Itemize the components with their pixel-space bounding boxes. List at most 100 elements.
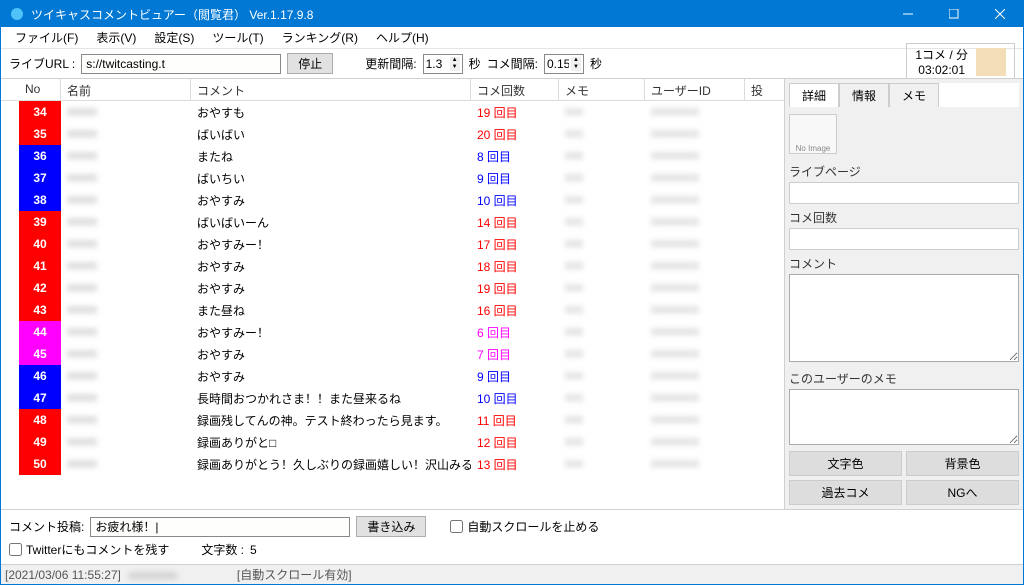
menu-item[interactable]: ランキング(R) <box>274 27 366 48</box>
row-name: xxxxx <box>61 321 191 343</box>
row-memo: xxx <box>559 101 645 123</box>
write-button[interactable]: 書き込み <box>356 516 426 537</box>
status-scroll: [自動スクロール有効] <box>237 566 352 583</box>
row-no: 45 <box>19 343 61 365</box>
status-blur: xxxxxxxx <box>129 568 229 582</box>
table-row[interactable]: 34xxxxxおやすも19 回目xxxxxxxxxxx <box>1 101 784 123</box>
row-comment: おやすみー！ <box>191 233 471 255</box>
row-uid: xxxxxxxx <box>645 387 745 409</box>
row-uid: xxxxxxxx <box>645 211 745 233</box>
url-input[interactable] <box>81 54 281 74</box>
table-row[interactable]: 46xxxxxおやすみ9 回目xxxxxxxxxxx <box>1 365 784 387</box>
col-userid[interactable]: ユーザーID <box>645 79 745 100</box>
row-uid: xxxxxxxx <box>645 123 745 145</box>
maximize-button[interactable] <box>931 1 977 27</box>
table-row[interactable]: 40xxxxxおやすみー！17 回目xxxxxxxxxxx <box>1 233 784 255</box>
table-row[interactable]: 50xxxxx録画ありがとう！久しぶりの録画嬉しい！沢山みるねー😊13 回目xx… <box>1 453 784 475</box>
col-post[interactable]: 投 <box>745 79 763 100</box>
table-row[interactable]: 45xxxxxおやすみ7 回目xxxxxxxxxxx <box>1 343 784 365</box>
charcount-value: 5 <box>250 543 257 557</box>
pastcomment-button[interactable]: 過去コメ <box>789 480 902 505</box>
row-uid: xxxxxxxx <box>645 365 745 387</box>
livepage-input[interactable] <box>789 182 1019 204</box>
row-name: xxxxx <box>61 101 191 123</box>
row-comment: おやすみ <box>191 255 471 277</box>
bgcolor-button[interactable]: 背景色 <box>906 451 1019 476</box>
minimize-button[interactable] <box>885 1 931 27</box>
ng-button[interactable]: NGへ <box>906 480 1019 505</box>
table-body[interactable]: 34xxxxxおやすも19 回目xxxxxxxxxxx35xxxxxばいばい20… <box>1 101 784 509</box>
count-input[interactable] <box>789 228 1019 250</box>
col-name[interactable]: 名前 <box>61 79 191 100</box>
table-row[interactable]: 49xxxxx録画ありがと□12 回目xxxxxxxxxxx <box>1 431 784 453</box>
row-no: 46 <box>19 365 61 387</box>
table-row[interactable]: 41xxxxxおやすみ18 回目xxxxxxxxxxx <box>1 255 784 277</box>
row-uid: xxxxxxxx <box>645 255 745 277</box>
side-comment-textarea[interactable] <box>789 274 1019 362</box>
usernote-label: このユーザーのメモ <box>789 370 1019 387</box>
table-row[interactable]: 35xxxxxばいばい20 回目xxxxxxxxxxx <box>1 123 784 145</box>
usernote-textarea[interactable] <box>789 389 1019 445</box>
table-row[interactable]: 38xxxxxおやすみ10 回目xxxxxxxxxxx <box>1 189 784 211</box>
row-no: 50 <box>19 453 61 475</box>
row-count: 17 回目 <box>471 233 559 255</box>
col-memo[interactable]: メモ <box>559 79 645 100</box>
refresh-spinner[interactable]: ▲▼ <box>423 54 463 74</box>
row-name: xxxxx <box>61 123 191 145</box>
stopscroll-checkbox[interactable]: 自動スクロールを止める <box>450 518 599 535</box>
side-tab[interactable]: メモ <box>889 83 939 107</box>
row-comment: おやすみー！ <box>191 321 471 343</box>
row-uid: xxxxxxxx <box>645 299 745 321</box>
row-no: 39 <box>19 211 61 233</box>
side-tab[interactable]: 詳細 <box>789 83 839 107</box>
menu-item[interactable]: ファイル(F) <box>7 27 86 48</box>
row-uid: xxxxxxxx <box>645 233 745 255</box>
menu-item[interactable]: 設定(S) <box>146 27 202 48</box>
side-panel: 詳細情報メモ No Image ライブページ コメ回数 コメント このユーザーの… <box>785 79 1023 509</box>
row-count: 16 回目 <box>471 299 559 321</box>
toolbar: ライブURL : 停止 更新間隔: ▲▼ 秒 コメ間隔: ▲▼ 秒 1コメ / … <box>1 49 1023 79</box>
textcolor-button[interactable]: 文字色 <box>789 451 902 476</box>
col-comment[interactable]: コメント <box>191 79 471 100</box>
table-row[interactable]: 39xxxxxばいばいーん14 回目xxxxxxxxxxx <box>1 211 784 233</box>
row-count: 13 回目 <box>471 453 559 475</box>
stop-button[interactable]: 停止 <box>287 53 333 74</box>
table-row[interactable]: 44xxxxxおやすみー！6 回目xxxxxxxxxxx <box>1 321 784 343</box>
row-no: 42 <box>19 277 61 299</box>
row-memo: xxx <box>559 189 645 211</box>
row-count: 12 回目 <box>471 431 559 453</box>
row-no: 36 <box>19 145 61 167</box>
row-comment: ばいちい <box>191 167 471 189</box>
twitter-checkbox[interactable]: Twitterにもコメントを残す <box>9 541 169 558</box>
row-name: xxxxx <box>61 189 191 211</box>
table-row[interactable]: 47xxxxx長時間おつかれさま！！また昼来るね10 回目xxxxxxxxxxx <box>1 387 784 409</box>
row-comment: ばいばい <box>191 123 471 145</box>
post-input[interactable] <box>90 517 350 537</box>
row-count: 8 回目 <box>471 145 559 167</box>
row-memo: xxx <box>559 453 645 475</box>
row-uid: xxxxxxxx <box>645 101 745 123</box>
table-row[interactable]: 36xxxxxまたね8 回目xxxxxxxxxxx <box>1 145 784 167</box>
comment-interval-label: コメ間隔: <box>487 55 538 72</box>
row-name: xxxxx <box>61 431 191 453</box>
post-label: コメント投稿: <box>9 518 84 535</box>
table-row[interactable]: 42xxxxxおやすみ19 回目xxxxxxxxxxx <box>1 277 784 299</box>
side-tab[interactable]: 情報 <box>839 83 889 107</box>
close-button[interactable] <box>977 1 1023 27</box>
row-no: 43 <box>19 299 61 321</box>
col-count[interactable]: コメ回数 <box>471 79 559 100</box>
side-comment-label: コメント <box>789 255 1019 272</box>
menu-item[interactable]: ヘルプ(H) <box>368 27 437 48</box>
table-row[interactable]: 37xxxxxばいちい9 回目xxxxxxxxxxx <box>1 167 784 189</box>
row-name: xxxxx <box>61 167 191 189</box>
row-name: xxxxx <box>61 233 191 255</box>
row-uid: xxxxxxxx <box>645 321 745 343</box>
comment-spinner[interactable]: ▲▼ <box>544 54 584 74</box>
row-uid: xxxxxxxx <box>645 431 745 453</box>
menu-item[interactable]: 表示(V) <box>88 27 144 48</box>
col-no[interactable]: No <box>19 79 61 100</box>
menu-item[interactable]: ツール(T) <box>204 27 271 48</box>
table-row[interactable]: 48xxxxx録画残してんの神。テスト終わったら見ます。11 回目xxxxxxx… <box>1 409 784 431</box>
table-row[interactable]: 43xxxxxまた昼ね16 回目xxxxxxxxxxx <box>1 299 784 321</box>
row-comment: また昼ね <box>191 299 471 321</box>
